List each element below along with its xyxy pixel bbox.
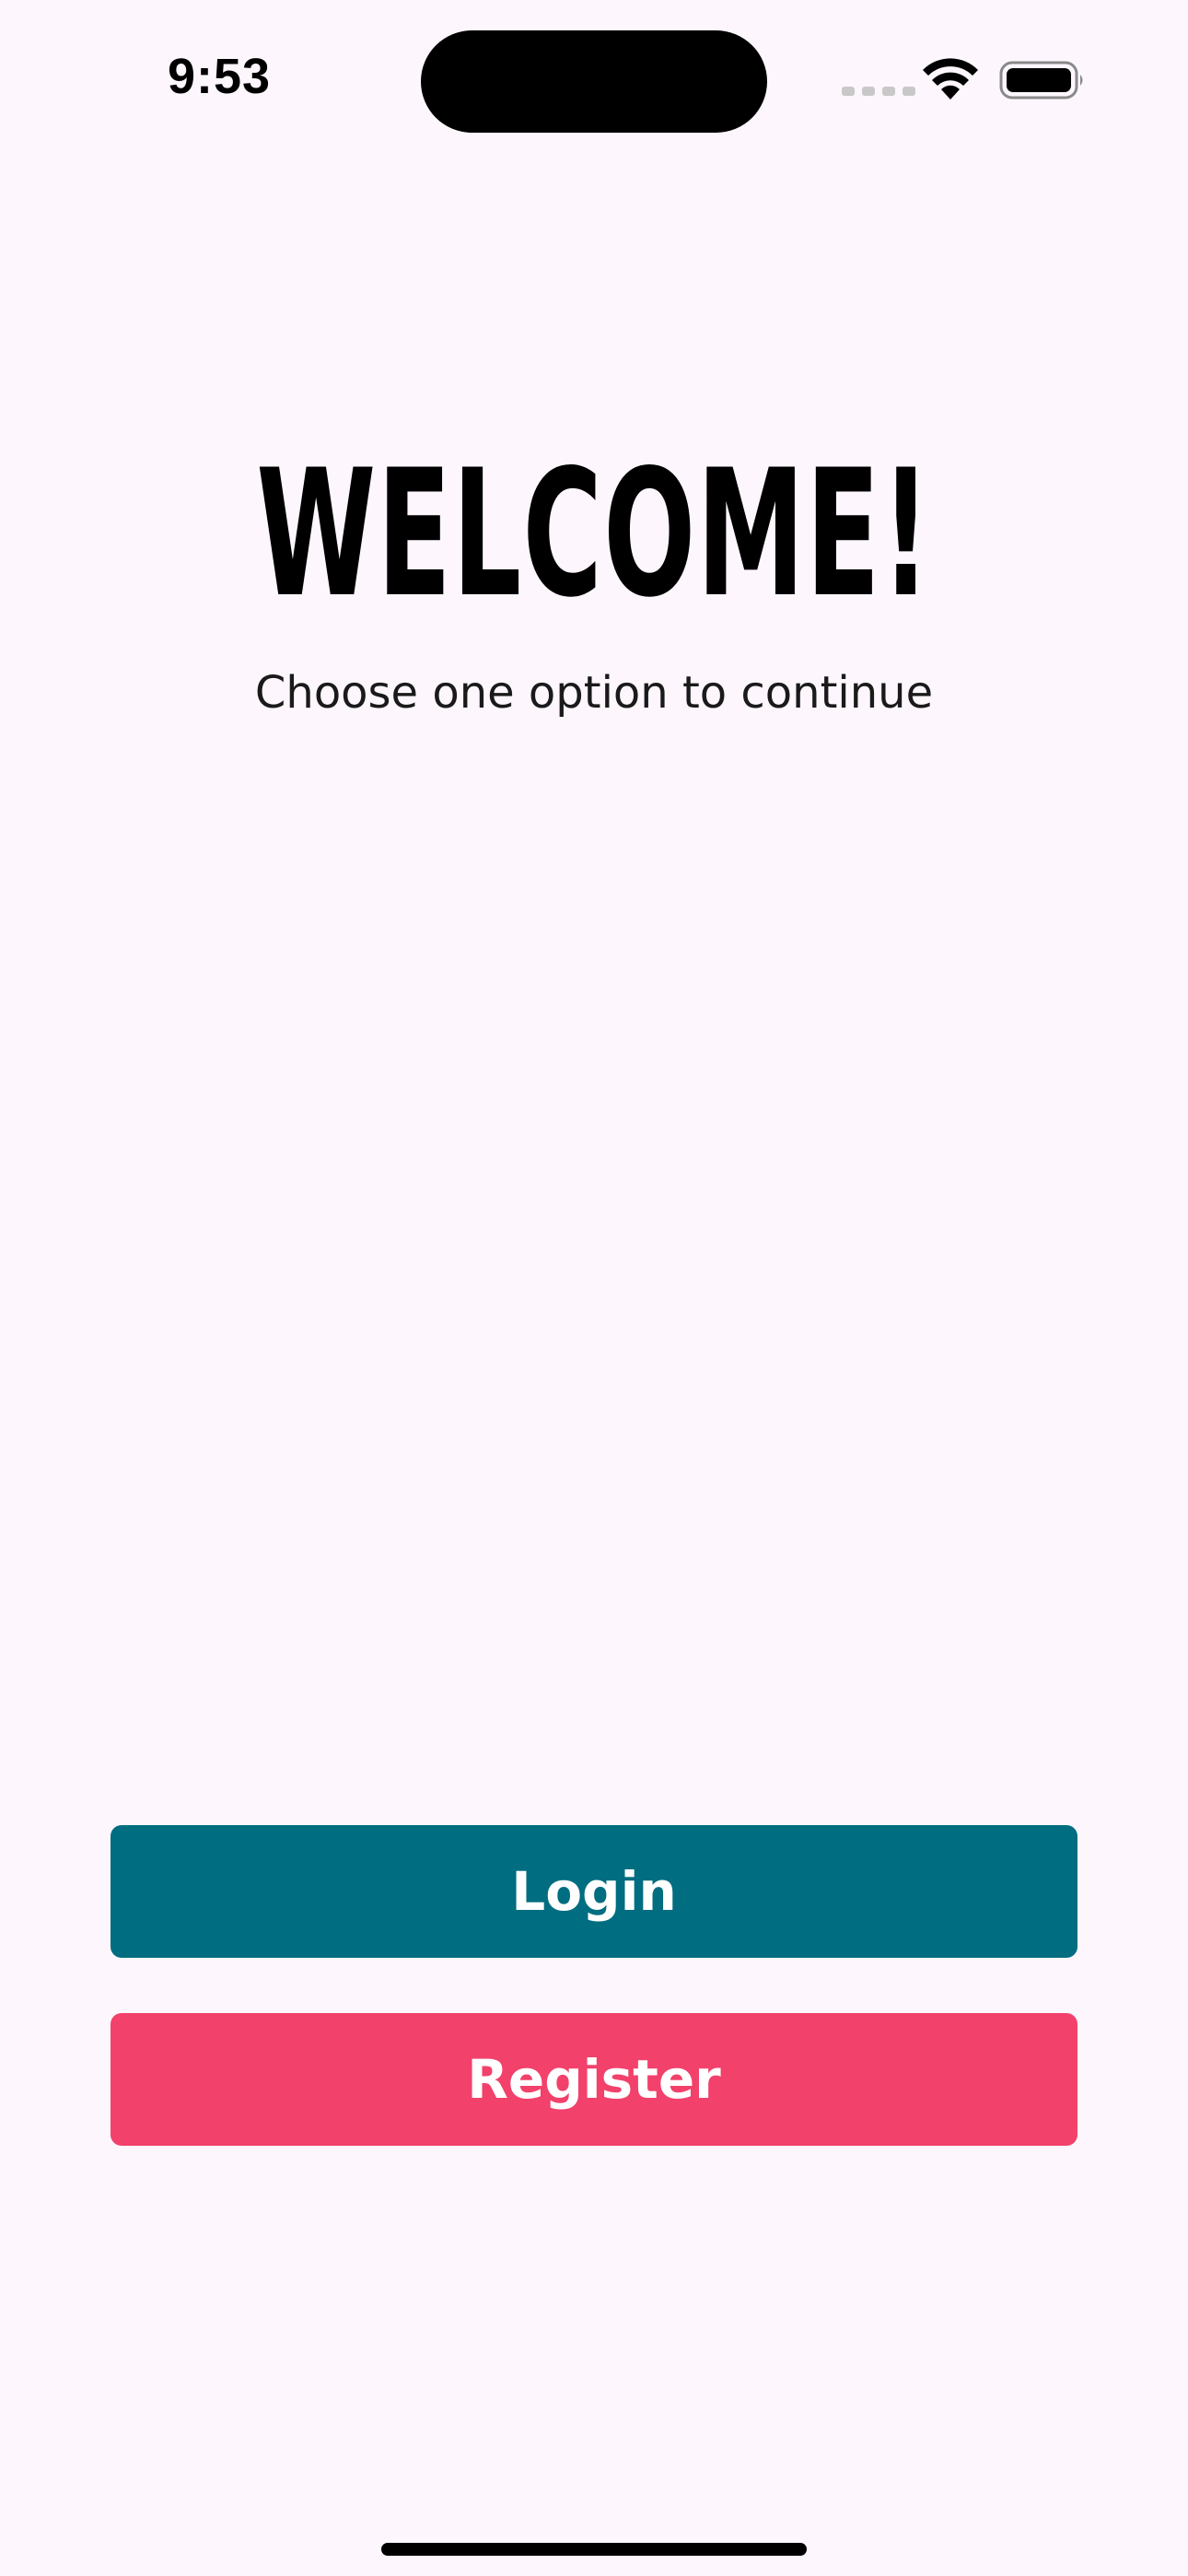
register-button[interactable]: Register: [111, 2013, 1077, 2146]
wifi-icon: [923, 58, 978, 100]
login-button[interactable]: Login: [111, 1825, 1077, 1958]
status-bar: 9:53: [0, 0, 1188, 161]
battery-icon: [999, 61, 1083, 100]
status-time: 9:53: [168, 49, 272, 104]
dynamic-island: [421, 30, 767, 133]
welcome-title: WELCOME!: [256, 432, 932, 636]
welcome-subtitle: Choose one option to continue: [254, 667, 934, 719]
cellular-signal-icon: [842, 87, 915, 96]
home-indicator[interactable]: [381, 2543, 807, 2556]
